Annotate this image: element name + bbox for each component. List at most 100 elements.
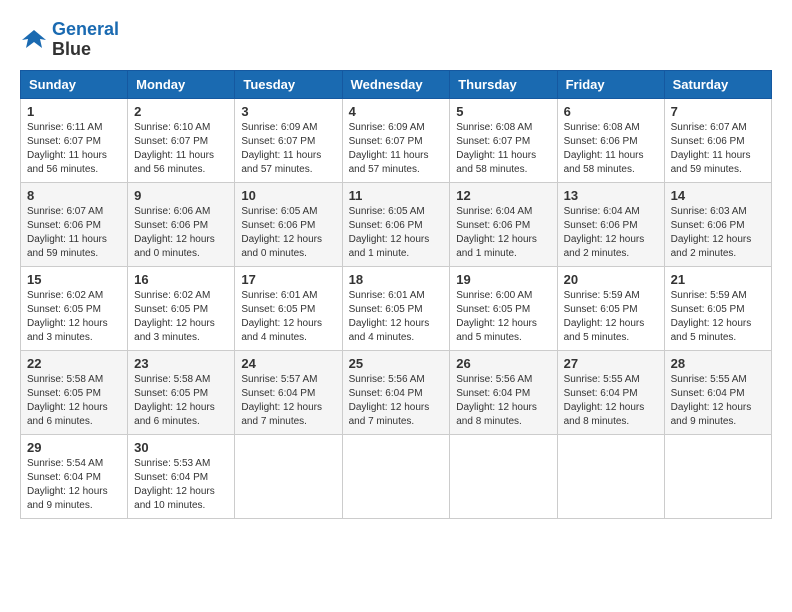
day-number: 14 bbox=[671, 188, 765, 203]
day-number: 15 bbox=[27, 272, 121, 287]
empty-cell bbox=[235, 434, 342, 518]
day-info: Sunrise: 6:05 AMSunset: 6:06 PMDaylight:… bbox=[349, 205, 444, 261]
day-info: Sunrise: 5:57 AMSunset: 6:04 PMDaylight:… bbox=[241, 373, 335, 429]
calendar-day-5: 5 Sunrise: 6:08 AMSunset: 6:07 PMDaylight… bbox=[450, 98, 557, 182]
day-info: Sunrise: 6:08 AMSunset: 6:07 PMDaylight:… bbox=[456, 121, 550, 177]
day-info: Sunrise: 6:02 AMSunset: 6:05 PMDaylight:… bbox=[27, 289, 121, 345]
calendar-day-3: 3 Sunrise: 6:09 AMSunset: 6:07 PMDaylight… bbox=[235, 98, 342, 182]
calendar-day-15: 15 Sunrise: 6:02 AMSunset: 6:05 PMDayligh… bbox=[21, 266, 128, 350]
day-info: Sunrise: 5:53 AMSunset: 6:04 PMDaylight:… bbox=[134, 457, 228, 513]
day-number: 4 bbox=[349, 104, 444, 119]
day-info: Sunrise: 5:58 AMSunset: 6:05 PMDaylight:… bbox=[134, 373, 228, 429]
column-header-friday: Friday bbox=[557, 70, 664, 98]
day-number: 11 bbox=[349, 188, 444, 203]
day-number: 3 bbox=[241, 104, 335, 119]
calendar-day-20: 20 Sunrise: 5:59 AMSunset: 6:05 PMDayligh… bbox=[557, 266, 664, 350]
calendar-day-23: 23Sunrise: 5:58 AMSunset: 6:05 PMDayligh… bbox=[128, 350, 235, 434]
calendar-day-17: 17 Sunrise: 6:01 AMSunset: 6:05 PMDayligh… bbox=[235, 266, 342, 350]
calendar-day-10: 10 Sunrise: 6:05 AMSunset: 6:06 PMDayligh… bbox=[235, 182, 342, 266]
day-info: Sunrise: 6:05 AMSunset: 6:06 PMDaylight:… bbox=[241, 205, 335, 261]
empty-cell bbox=[450, 434, 557, 518]
calendar-day-8: 8Sunrise: 6:07 AMSunset: 6:06 PMDaylight… bbox=[21, 182, 128, 266]
day-info: Sunrise: 6:08 AMSunset: 6:06 PMDaylight:… bbox=[564, 121, 658, 177]
column-header-wednesday: Wednesday bbox=[342, 70, 450, 98]
calendar-table: SundayMondayTuesdayWednesdayThursdayFrid… bbox=[20, 70, 772, 519]
calendar-day-21: 21 Sunrise: 5:59 AMSunset: 6:05 PMDayligh… bbox=[664, 266, 771, 350]
empty-cell bbox=[557, 434, 664, 518]
calendar-day-27: 27 Sunrise: 5:55 AMSunset: 6:04 PMDayligh… bbox=[557, 350, 664, 434]
day-number: 12 bbox=[456, 188, 550, 203]
empty-cell bbox=[664, 434, 771, 518]
empty-cell bbox=[342, 434, 450, 518]
day-info: Sunrise: 6:09 AMSunset: 6:07 PMDaylight:… bbox=[349, 121, 444, 177]
day-info: Sunrise: 6:07 AMSunset: 6:06 PMDaylight:… bbox=[671, 121, 765, 177]
calendar-day-26: 26Sunrise: 5:56 AMSunset: 6:04 PMDayligh… bbox=[450, 350, 557, 434]
column-header-saturday: Saturday bbox=[664, 70, 771, 98]
day-info: Sunrise: 5:54 AMSunset: 6:04 PMDaylight:… bbox=[27, 457, 121, 513]
day-number: 20 bbox=[564, 272, 658, 287]
day-number: 21 bbox=[671, 272, 765, 287]
logo: GeneralBlue bbox=[20, 20, 119, 60]
day-number: 9 bbox=[134, 188, 228, 203]
day-number: 24 bbox=[241, 356, 335, 371]
calendar-day-24: 24 Sunrise: 5:57 AMSunset: 6:04 PMDayligh… bbox=[235, 350, 342, 434]
calendar-day-7: 7 Sunrise: 6:07 AMSunset: 6:06 PMDaylight… bbox=[664, 98, 771, 182]
calendar-day-22: 22Sunrise: 5:58 AMSunset: 6:05 PMDayligh… bbox=[21, 350, 128, 434]
calendar-day-28: 28 Sunrise: 5:55 AMSunset: 6:04 PMDayligh… bbox=[664, 350, 771, 434]
calendar-day-13: 13Sunrise: 6:04 AMSunset: 6:06 PMDayligh… bbox=[557, 182, 664, 266]
day-info: Sunrise: 5:55 AMSunset: 6:04 PMDaylight:… bbox=[564, 373, 658, 429]
day-info: Sunrise: 6:11 AMSunset: 6:07 PMDaylight:… bbox=[27, 121, 121, 177]
day-info: Sunrise: 5:59 AMSunset: 6:05 PMDaylight:… bbox=[564, 289, 658, 345]
calendar-day-11: 11 Sunrise: 6:05 AMSunset: 6:06 PMDayligh… bbox=[342, 182, 450, 266]
day-info: Sunrise: 5:55 AMSunset: 6:04 PMDaylight:… bbox=[671, 373, 765, 429]
day-number: 17 bbox=[241, 272, 335, 287]
logo-text: GeneralBlue bbox=[52, 20, 119, 60]
calendar-day-2: 2Sunrise: 6:10 AMSunset: 6:07 PMDaylight… bbox=[128, 98, 235, 182]
calendar-header-row: SundayMondayTuesdayWednesdayThursdayFrid… bbox=[21, 70, 772, 98]
calendar-day-25: 25 Sunrise: 5:56 AMSunset: 6:04 PMDayligh… bbox=[342, 350, 450, 434]
page-header: GeneralBlue bbox=[20, 20, 772, 60]
day-number: 30 bbox=[134, 440, 228, 455]
day-info: Sunrise: 5:59 AMSunset: 6:05 PMDaylight:… bbox=[671, 289, 765, 345]
day-info: Sunrise: 6:02 AMSunset: 6:05 PMDaylight:… bbox=[134, 289, 228, 345]
day-number: 7 bbox=[671, 104, 765, 119]
day-number: 29 bbox=[27, 440, 121, 455]
calendar-day-12: 12 Sunrise: 6:04 AMSunset: 6:06 PMDayligh… bbox=[450, 182, 557, 266]
day-number: 10 bbox=[241, 188, 335, 203]
calendar-week-2: 8Sunrise: 6:07 AMSunset: 6:06 PMDaylight… bbox=[21, 182, 772, 266]
day-number: 25 bbox=[349, 356, 444, 371]
calendar-day-14: 14 Sunrise: 6:03 AMSunset: 6:06 PMDayligh… bbox=[664, 182, 771, 266]
calendar-week-3: 15 Sunrise: 6:02 AMSunset: 6:05 PMDayligh… bbox=[21, 266, 772, 350]
day-info: Sunrise: 6:09 AMSunset: 6:07 PMDaylight:… bbox=[241, 121, 335, 177]
day-info: Sunrise: 6:07 AMSunset: 6:06 PMDaylight:… bbox=[27, 205, 121, 261]
day-number: 16 bbox=[134, 272, 228, 287]
day-info: Sunrise: 5:56 AMSunset: 6:04 PMDaylight:… bbox=[349, 373, 444, 429]
calendar-day-29: 29 Sunrise: 5:54 AMSunset: 6:04 PMDayligh… bbox=[21, 434, 128, 518]
day-info: Sunrise: 6:01 AMSunset: 6:05 PMDaylight:… bbox=[349, 289, 444, 345]
day-info: Sunrise: 6:06 AMSunset: 6:06 PMDaylight:… bbox=[134, 205, 228, 261]
calendar-day-19: 19Sunrise: 6:00 AMSunset: 6:05 PMDayligh… bbox=[450, 266, 557, 350]
column-header-thursday: Thursday bbox=[450, 70, 557, 98]
day-info: Sunrise: 6:01 AMSunset: 6:05 PMDaylight:… bbox=[241, 289, 335, 345]
calendar-week-1: 1 Sunrise: 6:11 AMSunset: 6:07 PMDaylight… bbox=[21, 98, 772, 182]
day-info: Sunrise: 5:56 AMSunset: 6:04 PMDaylight:… bbox=[456, 373, 550, 429]
day-number: 1 bbox=[27, 104, 121, 119]
calendar-day-16: 16 Sunrise: 6:02 AMSunset: 6:05 PMDayligh… bbox=[128, 266, 235, 350]
day-number: 28 bbox=[671, 356, 765, 371]
day-number: 2 bbox=[134, 104, 228, 119]
logo-icon bbox=[20, 26, 48, 54]
calendar-day-4: 4 Sunrise: 6:09 AMSunset: 6:07 PMDaylight… bbox=[342, 98, 450, 182]
day-number: 18 bbox=[349, 272, 444, 287]
day-info: Sunrise: 6:04 AMSunset: 6:06 PMDaylight:… bbox=[456, 205, 550, 261]
column-header-tuesday: Tuesday bbox=[235, 70, 342, 98]
day-info: Sunrise: 6:00 AMSunset: 6:05 PMDaylight:… bbox=[456, 289, 550, 345]
day-number: 27 bbox=[564, 356, 658, 371]
day-number: 6 bbox=[564, 104, 658, 119]
day-info: Sunrise: 6:04 AMSunset: 6:06 PMDaylight:… bbox=[564, 205, 658, 261]
calendar-day-9: 9 Sunrise: 6:06 AMSunset: 6:06 PMDaylight… bbox=[128, 182, 235, 266]
day-info: Sunrise: 6:03 AMSunset: 6:06 PMDaylight:… bbox=[671, 205, 765, 261]
column-header-sunday: Sunday bbox=[21, 70, 128, 98]
calendar-day-30: 30 Sunrise: 5:53 AMSunset: 6:04 PMDayligh… bbox=[128, 434, 235, 518]
day-number: 5 bbox=[456, 104, 550, 119]
calendar-day-1: 1 Sunrise: 6:11 AMSunset: 6:07 PMDaylight… bbox=[21, 98, 128, 182]
